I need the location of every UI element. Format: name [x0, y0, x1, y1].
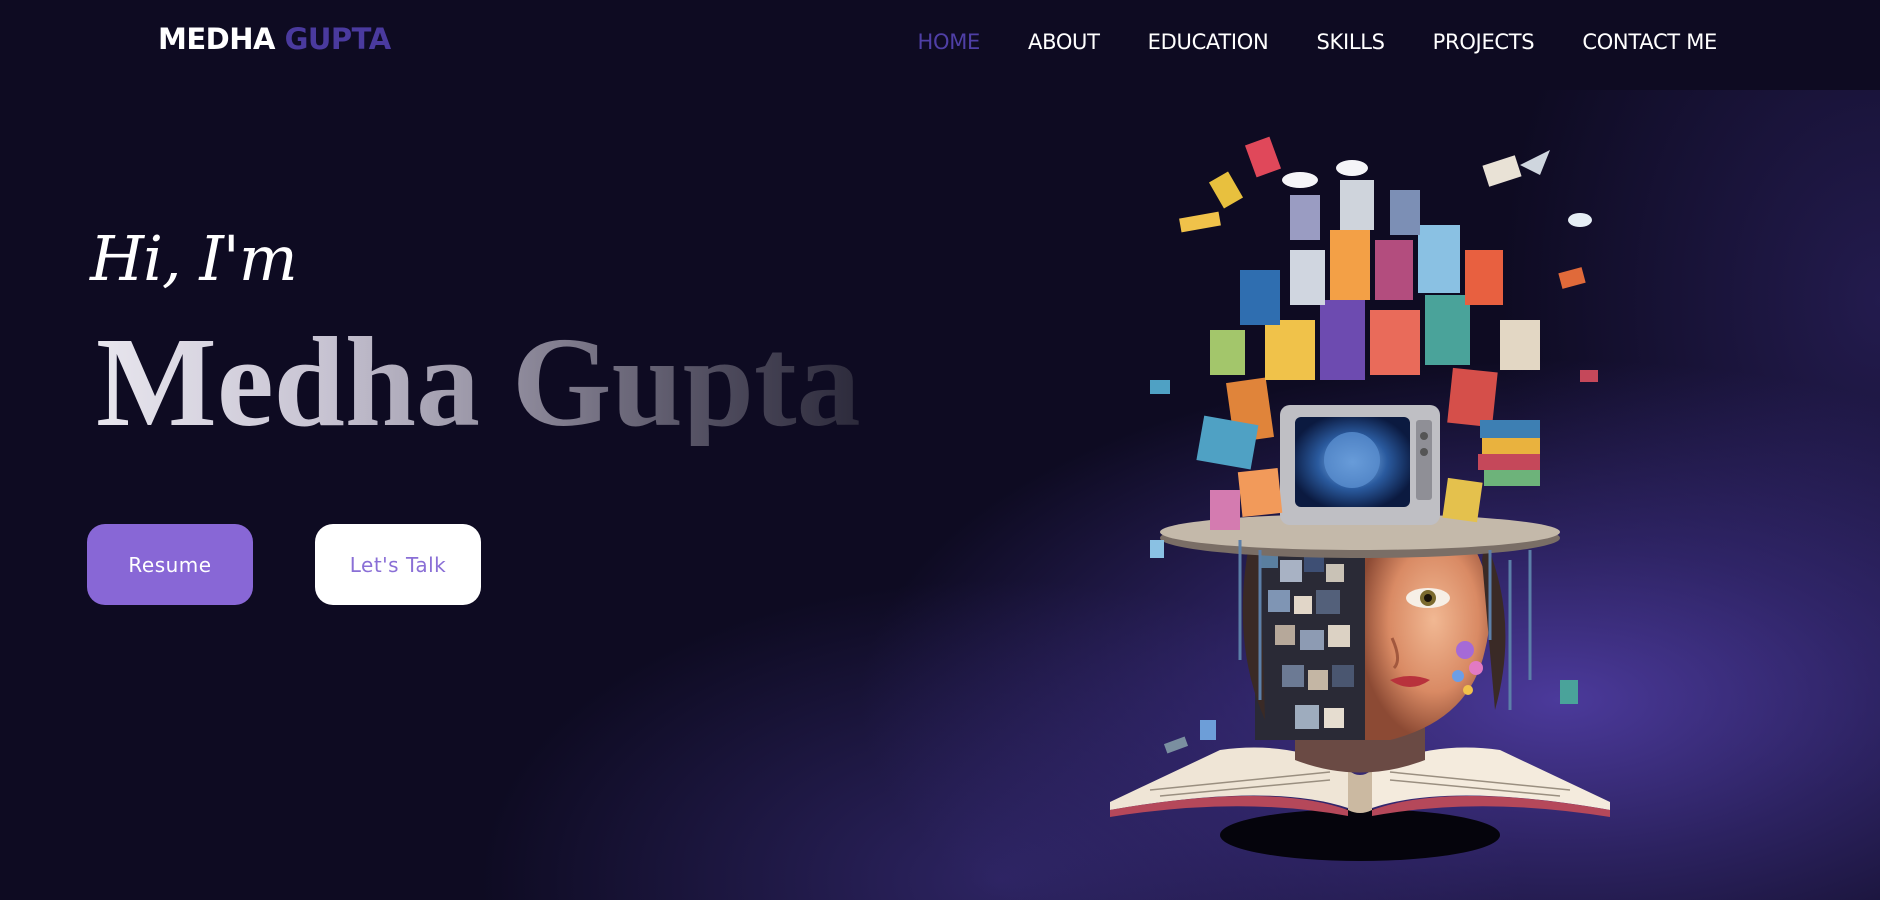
nav-contact[interactable]: CONTACT ME [1582, 30, 1717, 54]
main-nav: HOME ABOUT EDUCATION SKILLS PROJECTS CON… [918, 30, 1718, 54]
logo-first-name: MEDHA [158, 22, 275, 56]
nav-home[interactable]: HOME [918, 30, 981, 54]
resume-button[interactable]: Resume [87, 524, 253, 605]
nav-education[interactable]: EDUCATION [1148, 30, 1269, 54]
site-logo[interactable]: MEDHA GUPTA [158, 22, 391, 56]
nav-projects[interactable]: PROJECTS [1433, 30, 1535, 54]
logo-last-name: GUPTA [284, 22, 392, 56]
nav-skills[interactable]: SKILLS [1316, 30, 1385, 54]
lets-talk-button[interactable]: Let's Talk [315, 524, 481, 605]
book-head-illustration [1110, 136, 1610, 861]
page: MEDHA GUPTA HOME ABOUT EDUCATION SKILLS … [0, 0, 1880, 900]
nav-about[interactable]: ABOUT [1028, 30, 1100, 54]
hero-name: Medha Gupta [96, 311, 861, 453]
hero-greeting: Hi, I'm [90, 222, 298, 295]
navbar: MEDHA GUPTA HOME ABOUT EDUCATION SKILLS … [0, 0, 1880, 90]
